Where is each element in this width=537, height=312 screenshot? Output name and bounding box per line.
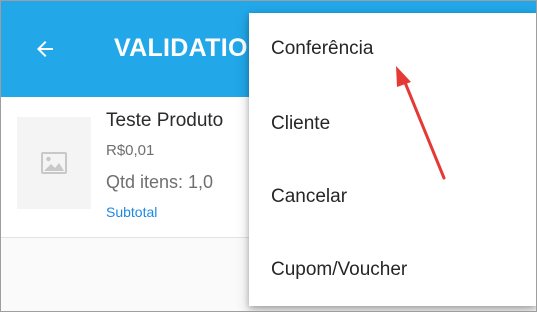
- menu-item-cupom-voucher[interactable]: Cupom/Voucher: [249, 238, 536, 302]
- image-placeholder-icon: [41, 152, 67, 174]
- overflow-menu: Conferência Cliente Cancelar Cupom/Vouch…: [249, 13, 536, 306]
- back-button[interactable]: [27, 31, 63, 67]
- product-price: R$0,01: [106, 142, 155, 159]
- subtotal-link[interactable]: Subtotal: [106, 204, 157, 220]
- product-name: Teste Produto: [106, 110, 224, 131]
- product-thumbnail: [17, 117, 91, 209]
- menu-item-cancelar[interactable]: Cancelar: [249, 165, 536, 229]
- app-screen: VALIDATIO Teste Produto R$0,01 Qtd itens…: [0, 0, 537, 312]
- page-title: VALIDATIO: [114, 34, 248, 62]
- menu-item-cliente[interactable]: Cliente: [249, 92, 536, 156]
- menu-item-conferencia[interactable]: Conferência: [249, 17, 536, 81]
- product-quantity: Qtd itens: 1,0: [106, 172, 214, 192]
- arrow-left-icon: [37, 41, 53, 57]
